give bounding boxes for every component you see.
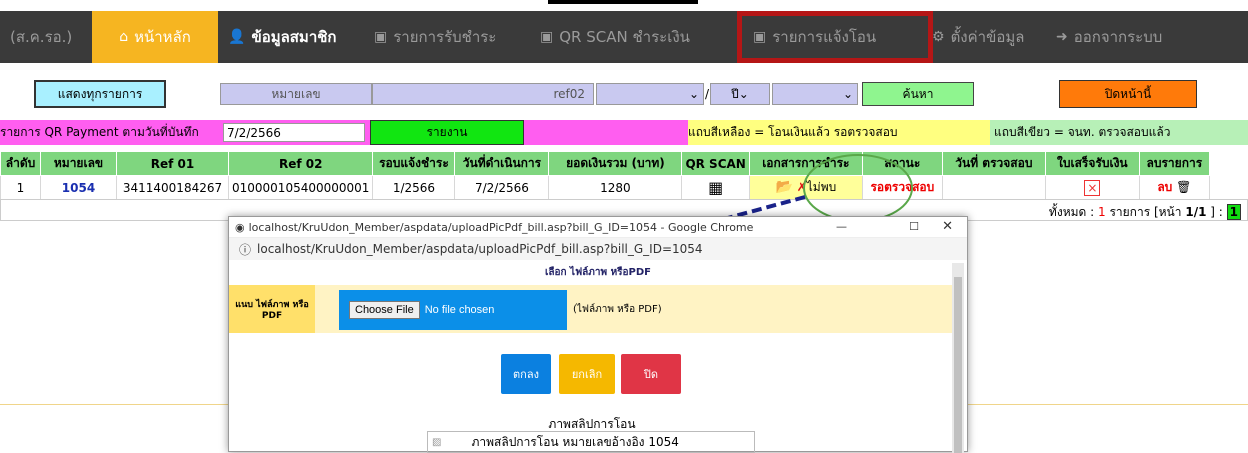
file-picker[interactable]: Choose File No file chosen [339,290,567,330]
popup-address-bar[interactable]: ⓘ localhost/KruUdon_Member/aspdata/uploa… [229,238,967,260]
scrollbar-thumb[interactable] [954,277,962,453]
file-hint: (ไฟล์ภาพ หรือ PDF) [573,304,662,315]
close-icon[interactable]: ✕ [942,219,953,234]
annotation-ellipse [803,154,913,222]
attach-row: แนบ ไฟล์ภาพ หรือ PDF Choose File No file… [229,285,955,333]
cancel-button[interactable]: ยกเลิก [559,354,615,394]
popup-heading: เลือก ไฟล์ภาพ หรือPDF [544,267,652,278]
maximize-icon[interactable]: ☐ [909,220,919,233]
close-button[interactable]: ปิด [621,354,681,394]
popup-scrollbar[interactable] [952,263,964,453]
slip-alt-text: ภาพสลิปการโอน หมายเลขอ้างอิง 1054 [471,434,679,449]
broken-image-icon: ▨ [432,436,442,448]
no-file-text: No file chosen [424,304,495,316]
slip-image: ▨ ภาพสลิปการโอน หมายเลขอ้างอิง 1054 [427,431,755,453]
choose-file-button[interactable]: Choose File [349,301,420,319]
attach-label: แนบ ไฟล์ภาพ หรือ PDF [229,285,315,333]
chrome-icon: ◉ [235,220,245,234]
popup-titlebar: ◉ localhost/KruUdon_Member/aspdata/uploa… [229,217,967,238]
minimize-icon[interactable]: — [836,220,847,233]
upload-popup-window: ◉ localhost/KruUdon_Member/aspdata/uploa… [228,216,968,453]
info-icon: ⓘ [239,242,252,257]
ok-button[interactable]: ตกลง [501,354,551,394]
popup-window-title: localhost/KruUdon_Member/aspdata/uploadP… [248,220,754,234]
popup-url: localhost/KruUdon_Member/aspdata/uploadP… [257,242,703,256]
